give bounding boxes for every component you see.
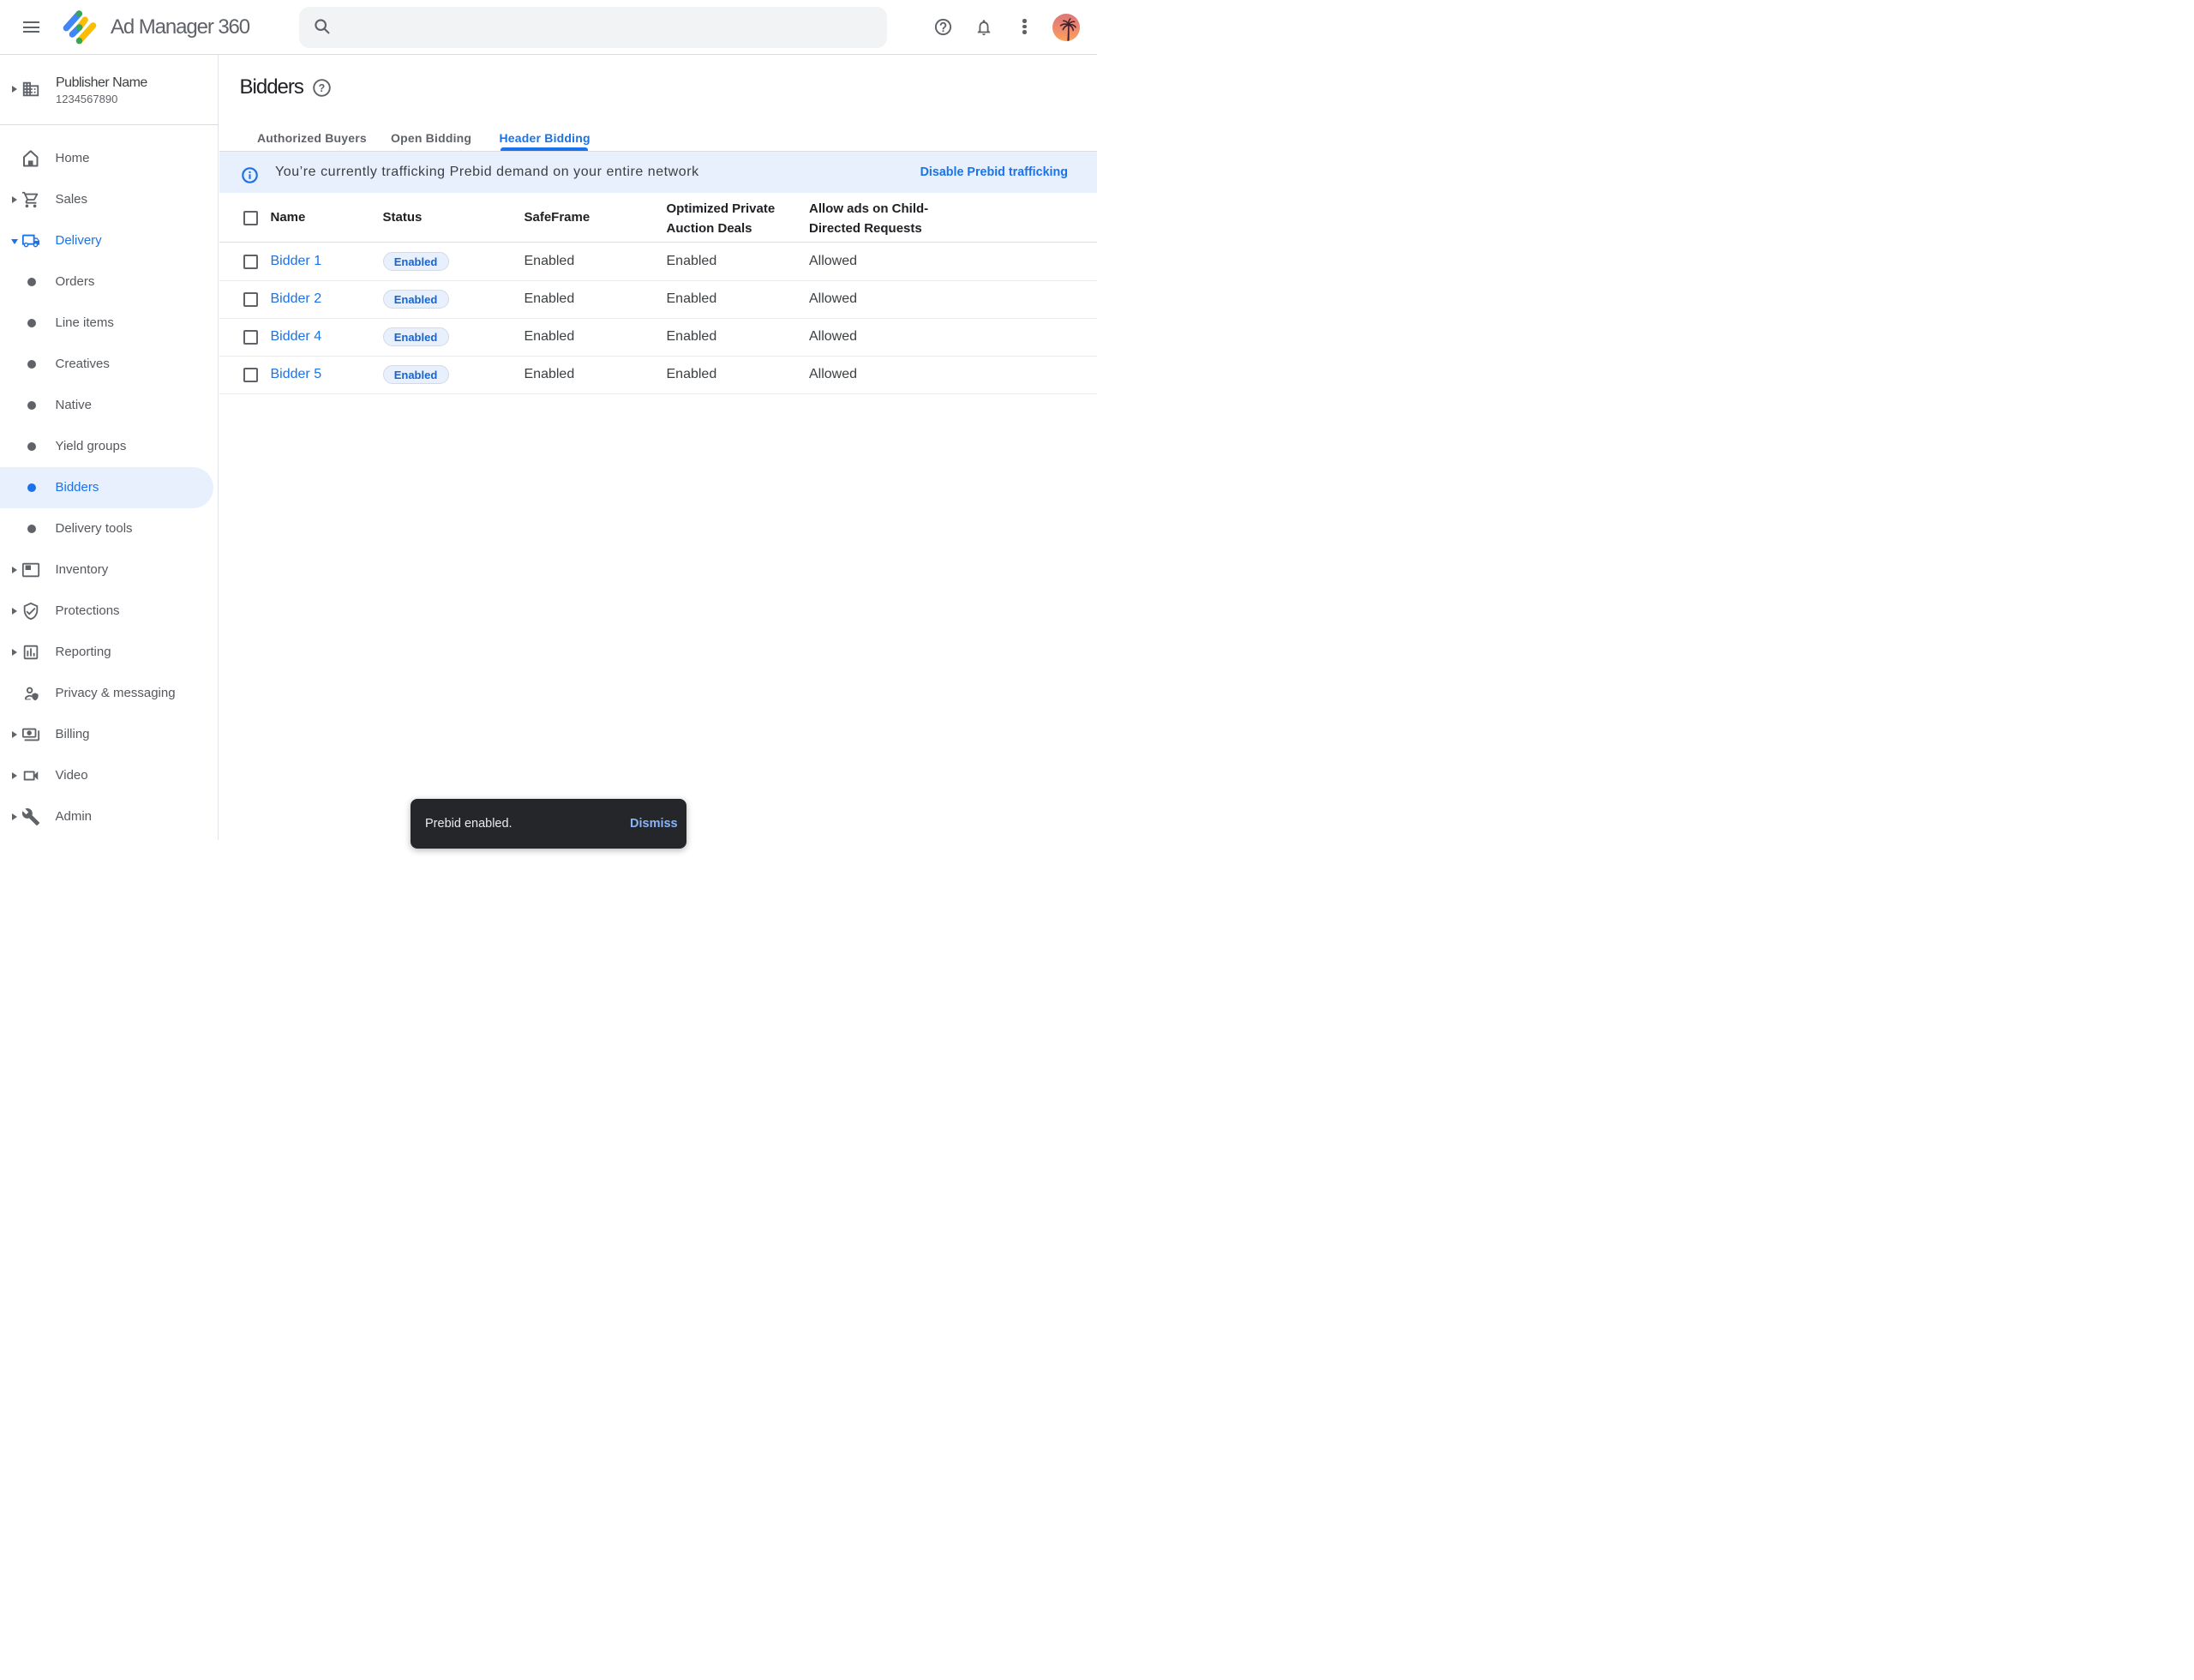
svg-text:?: ? bbox=[319, 82, 326, 94]
